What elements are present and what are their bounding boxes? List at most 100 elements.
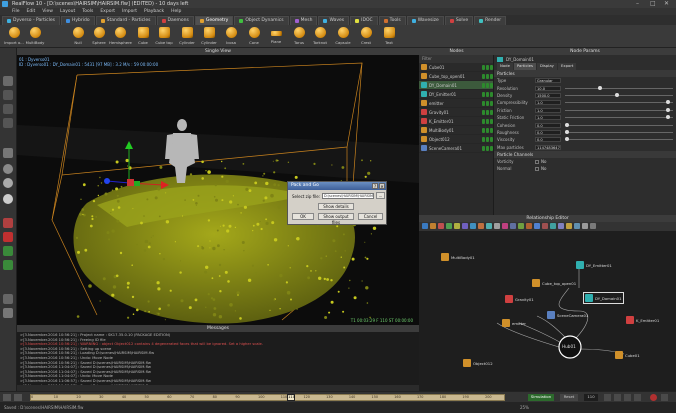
playback-start-icon[interactable]	[3, 394, 11, 401]
tab-mesh[interactable]: Mesh	[289, 16, 318, 25]
node-item-dy-emitter01[interactable]: DY_Emitter01	[419, 90, 493, 99]
param-slider[interactable]	[565, 107, 673, 112]
relationship-node-cube01[interactable]: Cube01	[615, 351, 640, 359]
export-toggle-icon[interactable]	[490, 136, 493, 142]
visibility-toggle-icon[interactable]	[482, 73, 485, 79]
shade-view-icon[interactable]	[3, 178, 13, 188]
next-frame-icon[interactable]	[624, 394, 631, 401]
sphere-view-icon[interactable]	[3, 164, 13, 174]
menu-item-help[interactable]: Help	[171, 8, 181, 15]
shelf-tool-capsule[interactable]: Capsule	[332, 26, 354, 47]
param-value[interactable]: 0.0	[535, 122, 561, 128]
tab-render[interactable]: Render	[474, 16, 507, 25]
visibility-toggle-icon[interactable]	[482, 118, 485, 124]
param-slider[interactable]	[565, 122, 673, 127]
param-slider[interactable]	[565, 92, 673, 97]
simulate-toggle-icon[interactable]	[486, 64, 489, 70]
close-button[interactable]: ✕	[664, 0, 669, 8]
relationship-node-hub01[interactable]: Hub01	[562, 344, 576, 349]
menu-item-file[interactable]: File	[12, 8, 20, 15]
param-slider[interactable]	[565, 115, 673, 120]
visibility-toggle-icon[interactable]	[482, 145, 485, 151]
scale-tool-icon[interactable]	[3, 118, 13, 128]
move-tool-icon[interactable]	[3, 90, 13, 100]
export-toggle-icon[interactable]	[490, 118, 493, 124]
param-value[interactable]: 0.0	[535, 137, 561, 143]
menu-item-playback[interactable]: Playback	[144, 8, 164, 15]
cut-icon[interactable]	[3, 260, 13, 270]
shelf-tool-null[interactable]: Null	[67, 26, 89, 47]
section-particle-channels[interactable]: Particle Channels	[494, 150, 676, 158]
param-slider-handle[interactable]	[565, 122, 570, 127]
node-item-gravity01[interactable]: Gravity01	[419, 108, 493, 117]
browse-button[interactable]: ...	[376, 192, 385, 199]
shelf-tool-sphere[interactable]: Sphere	[88, 26, 110, 47]
node-item-emitter[interactable]: emitter	[419, 99, 493, 108]
params-tab-export[interactable]: Export	[557, 63, 577, 70]
shelf-tool-cylinder[interactable]: Cylinder	[198, 26, 220, 47]
param-value[interactable]: 0.0	[535, 129, 561, 135]
relationship-node-dy-emitter01[interactable]: DY_Emitter01	[576, 261, 612, 269]
shelf-tool-icosa[interactable]: Icosa	[220, 26, 242, 47]
channel-checkbox[interactable]	[535, 166, 539, 171]
tab-geometry[interactable]: Geometry	[194, 16, 234, 25]
link-icon[interactable]	[3, 246, 13, 256]
param-value[interactable]: Granular	[535, 78, 561, 84]
param-slider-handle[interactable]	[665, 107, 670, 112]
tab-tools[interactable]: Tools	[378, 16, 406, 25]
relationship-tool-icon[interactable]	[422, 223, 428, 229]
relationship-node-dy-domain01[interactable]: DY_Domain01	[583, 292, 624, 304]
shelf-tool-text[interactable]: Text	[378, 26, 400, 47]
params-tab-node[interactable]: Node	[497, 63, 513, 70]
show-output-files-button[interactable]: Show output files	[318, 213, 354, 225]
param-slider-handle[interactable]	[665, 100, 670, 105]
menu-item-edit[interactable]: Edit	[27, 8, 36, 15]
visibility-toggle-icon[interactable]	[482, 64, 485, 70]
relationship-tool-icon[interactable]	[494, 223, 500, 229]
relationship-tool-icon[interactable]	[502, 223, 508, 229]
relationship-tool-icon[interactable]	[582, 223, 588, 229]
relationship-node-multibody01[interactable]: MultiBody01	[441, 253, 475, 261]
timeline-slider[interactable]: 0 10 20 30 40 50 60 70 80 90 100 110 120 130 140 150 160…	[30, 394, 505, 401]
tab-waves[interactable]: Waves	[318, 16, 350, 25]
param-slider-handle[interactable]	[565, 137, 570, 142]
relationship-editor[interactable]: MultiBody01 DY_Emitter01 Cube_top_open01 Gr…	[419, 231, 676, 391]
shelf-tool-torus[interactable]: Torus	[288, 26, 310, 47]
param-value[interactable]: 1.0	[535, 115, 561, 121]
minimize-button[interactable]: –	[636, 0, 639, 8]
record-icon[interactable]	[650, 394, 657, 401]
export-toggle-icon[interactable]	[490, 109, 493, 115]
export-toggle-icon[interactable]	[490, 145, 493, 151]
param-slider-handle[interactable]	[614, 92, 619, 97]
relationship-tool-icon[interactable]	[446, 223, 452, 229]
reset-button[interactable]: Reset	[560, 394, 578, 401]
node-item-scenecamera01[interactable]: SceneCamera01	[419, 144, 493, 153]
shelf-tool-import-o-[interactable]: Import o...	[3, 26, 25, 47]
current-frame-field[interactable]: 110	[584, 394, 598, 401]
dialog-close-button[interactable]: ✕	[379, 183, 385, 189]
relationship-tool-icon[interactable]	[518, 223, 524, 229]
maximize-button[interactable]: □	[650, 0, 656, 8]
playback-play-icon[interactable]	[14, 394, 22, 401]
tab-hybrido[interactable]: Hybrido	[60, 16, 95, 25]
tab-object-dynamics[interactable]: Object Dynamics	[234, 16, 289, 25]
relationship-tool-icon[interactable]	[558, 223, 564, 229]
relationship-tool-icon[interactable]	[478, 223, 484, 229]
relationship-tool-icon[interactable]	[542, 223, 548, 229]
relationship-tool-icon[interactable]	[566, 223, 572, 229]
relationship-node-cube-top-open01[interactable]: Cube_top_open01	[532, 279, 576, 287]
export-toggle-icon[interactable]	[490, 100, 493, 106]
light-view-icon[interactable]	[3, 194, 13, 204]
shelf-tool-cube[interactable]: Cube	[132, 26, 154, 47]
shelf-tool-cube-top[interactable]: Cube top	[153, 26, 175, 47]
visibility-toggle-icon[interactable]	[482, 91, 485, 97]
shelf-tool-multibody[interactable]: MultiBody	[24, 26, 46, 47]
cancel-button[interactable]: Cancel	[358, 213, 383, 220]
tab-idoc[interactable]: IDOC	[350, 16, 378, 25]
export-toggle-icon[interactable]	[490, 82, 493, 88]
param-slider[interactable]	[565, 100, 673, 105]
menu-item-layout[interactable]: Layout	[60, 8, 75, 15]
param-slider-handle[interactable]	[565, 129, 570, 134]
shelf-tool-plane[interactable]: Plane	[265, 26, 287, 47]
dialog-help-button[interactable]: ?	[372, 183, 378, 189]
